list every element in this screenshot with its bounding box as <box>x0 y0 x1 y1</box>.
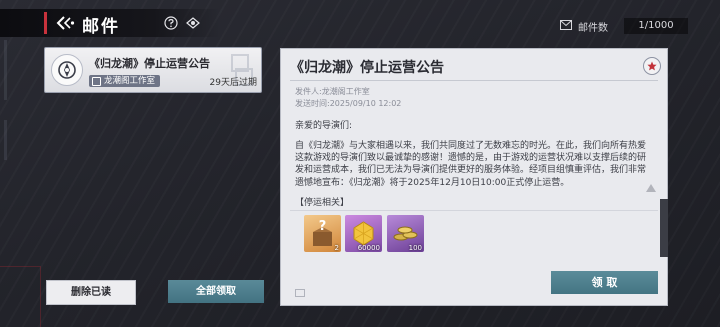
expire-text: 29天后过期 <box>209 78 257 88</box>
sender-badge: 龙潮阁工作室 <box>89 75 161 87</box>
view-toggle-button[interactable] <box>186 15 200 29</box>
back-icon <box>56 16 75 30</box>
envelope-icon <box>560 20 572 30</box>
reward-count: 100 <box>408 244 422 252</box>
sender-avatar <box>51 54 83 86</box>
logo-icon <box>58 61 76 79</box>
svg-text:?: ? <box>319 219 327 234</box>
help-icon <box>164 16 178 30</box>
help-button[interactable] <box>164 15 178 30</box>
mail-detail-panel: 《归龙潮》停止运营公告 发件人:龙潮阁工作室 发送时间:2025/09/10 1… <box>280 48 668 306</box>
detail-title: 《归龙潮》停止运营公告 <box>290 60 444 76</box>
sender-name: 龙潮阁工作室 <box>104 76 156 86</box>
reward-count: 60000 <box>357 244 380 252</box>
sender-line: 发件人:龙潮阁工作室 <box>295 87 370 96</box>
reward-item[interactable]: ? 2 <box>304 215 341 252</box>
delete-read-button[interactable]: 删除已读 <box>46 280 136 305</box>
claim-button[interactable]: 领 取 <box>551 271 658 294</box>
watermark-icon <box>295 289 305 297</box>
favorite-button[interactable] <box>643 57 661 75</box>
star-icon <box>647 61 657 71</box>
eye-icon <box>186 17 200 29</box>
mail-count: 邮件数 1/1000 <box>560 18 688 34</box>
mail-list-item[interactable]: 《归龙潮》停止运营公告 龙潮阁工作室 29天后过期 <box>44 47 262 93</box>
send-time: 发送时间:2025/09/10 12:02 <box>295 99 402 108</box>
reward-item[interactable]: 60000 <box>345 215 382 252</box>
page-header: 邮件 <box>0 9 220 37</box>
page-title: 邮件 <box>82 17 120 37</box>
greeting: 亲爱的导演们: <box>295 121 353 131</box>
header-accent <box>44 12 47 34</box>
corner-decoration <box>0 266 41 327</box>
mail-subject: 《归龙潮》停止运营公告 <box>89 57 210 70</box>
reward-count: 2 <box>334 244 339 252</box>
studio-icon <box>92 76 101 86</box>
panel-decoration <box>646 184 656 192</box>
panel-side-decoration <box>660 199 668 257</box>
title-divider <box>290 80 658 81</box>
section-tag: 【停运相关】 <box>295 198 350 208</box>
back-button[interactable] <box>56 14 76 32</box>
reward-item[interactable]: 100 <box>387 215 424 252</box>
mail-count-value: 1/1000 <box>624 18 688 34</box>
mail-count-label: 邮件数 <box>578 23 608 34</box>
claim-all-button[interactable]: 全部领取 <box>168 280 264 303</box>
reward-divider <box>290 210 658 211</box>
mail-body: 自《归龙潮》与大家相遇以来，我们共同度过了无数难忘的时光。在此，我们向所有热爱这… <box>295 141 647 188</box>
